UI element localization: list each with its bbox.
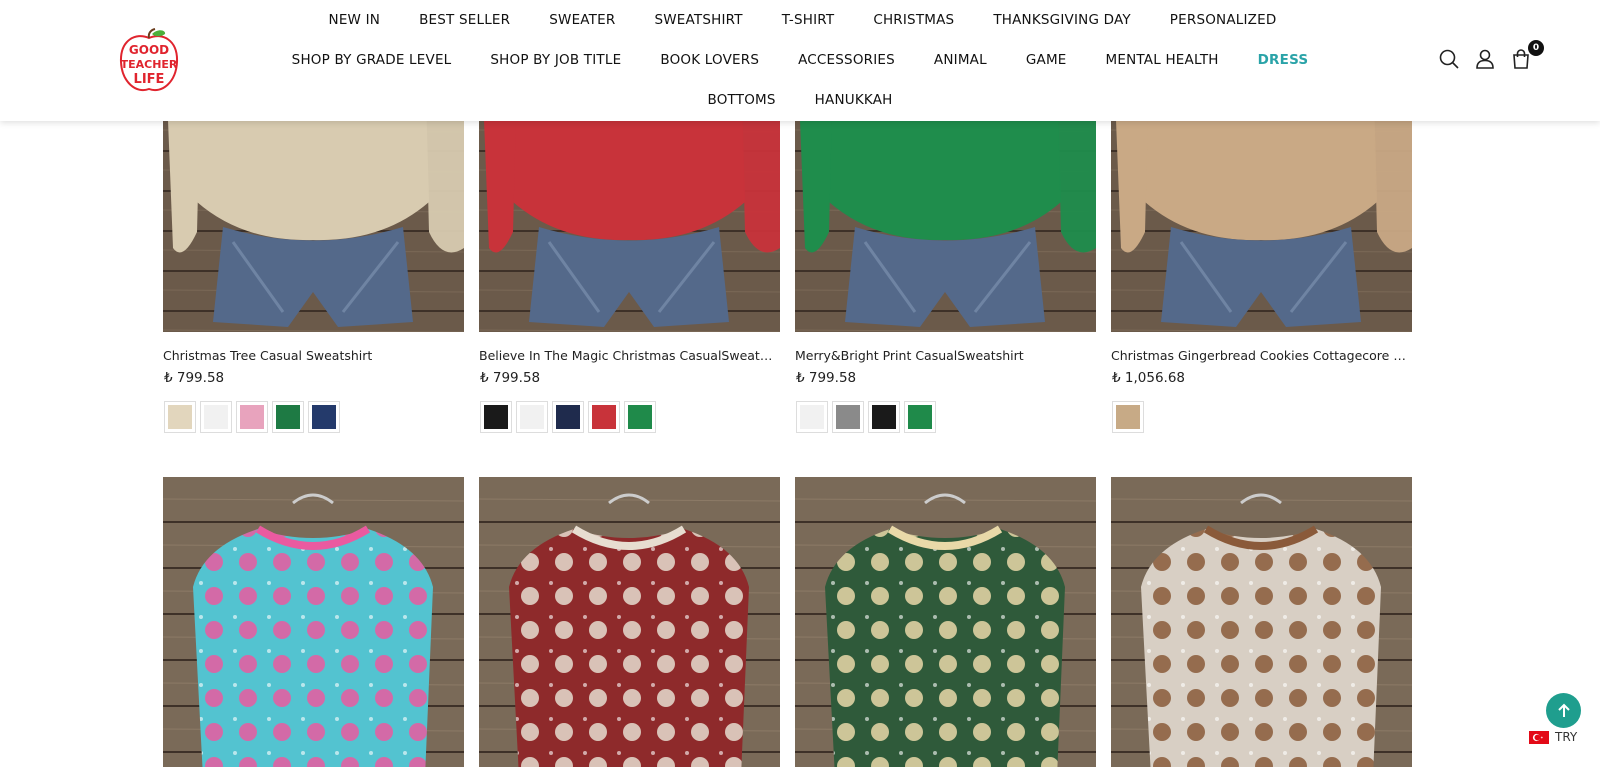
color-swatch[interactable]	[796, 401, 828, 433]
product-image	[479, 477, 780, 767]
color-swatch[interactable]	[1112, 401, 1144, 433]
search-icon[interactable]	[1438, 48, 1460, 70]
nav-item-sweater[interactable]: SWEATER	[549, 10, 615, 30]
nav-item-christmas[interactable]: CHRISTMAS	[873, 10, 954, 30]
color-swatch[interactable]	[200, 401, 232, 433]
color-swatch[interactable]	[308, 401, 340, 433]
product-price: ₺ 799.58	[480, 370, 541, 386]
color-swatch[interactable]	[832, 401, 864, 433]
main-nav-row-2: SHOP BY GRADE LEVEL SHOP BY JOB TITLE BOOK…	[0, 50, 1600, 70]
site-header: GOOD TEACHER LIFE NEW IN BEST SELLER SWEAT…	[0, 0, 1600, 121]
color-swatch[interactable]	[272, 401, 304, 433]
product-title[interactable]: Christmas Gingerbread Cookies Cottagecor…	[1111, 348, 1407, 363]
nav-item-mental-health[interactable]: MENTAL HEALTH	[1106, 50, 1219, 70]
nav-item-shop-by-grade-level[interactable]: SHOP BY GRADE LEVEL	[292, 50, 452, 70]
color-swatches	[480, 401, 656, 433]
nav-item-dress[interactable]: DRESS	[1258, 50, 1309, 70]
cart-count-badge: 0	[1528, 40, 1544, 56]
main-nav-row-3: BOTTOMS HANUKKAH	[0, 90, 1600, 110]
product-image	[163, 477, 464, 767]
santa-patchwork-sweater-image[interactable]	[479, 477, 780, 767]
nav-item-book-lovers[interactable]: BOOK LOVERS	[660, 50, 759, 70]
product-title[interactable]: Merry&Bright Print CasualSweatshirt	[795, 348, 1091, 363]
color-swatch[interactable]	[236, 401, 268, 433]
product-price: ₺ 799.58	[796, 370, 857, 386]
nav-item-personalized[interactable]: PERSONALIZED	[1170, 10, 1277, 30]
product-price: ₺ 799.58	[164, 370, 225, 386]
color-swatch[interactable]	[588, 401, 620, 433]
arrow-up-icon	[1557, 703, 1570, 717]
christmas-tree-sweater-image[interactable]	[795, 477, 1096, 767]
nav-item-thanksgiving-day[interactable]: THANKSGIVING DAY	[993, 10, 1130, 30]
main-nav-row-1: NEW IN BEST SELLER SWEATER SWEATSHIRT T-SHIR…	[0, 10, 1600, 30]
cart-icon[interactable]: 0	[1510, 40, 1544, 70]
color-swatch[interactable]	[164, 401, 196, 433]
svg-text:LIFE: LIFE	[134, 72, 165, 87]
color-swatch[interactable]	[624, 401, 656, 433]
color-swatch[interactable]	[552, 401, 584, 433]
product-price: ₺ 1,056.68	[1112, 370, 1185, 386]
scroll-to-top-button[interactable]	[1546, 693, 1581, 728]
nav-item-animal[interactable]: ANIMAL	[934, 50, 987, 70]
color-swatches	[796, 401, 936, 433]
color-swatches	[164, 401, 340, 433]
color-swatch[interactable]	[480, 401, 512, 433]
nav-item-sweatshirt[interactable]: SWEATSHIRT	[654, 10, 742, 30]
nav-item-new-in[interactable]: NEW IN	[329, 10, 381, 30]
turkey-flag-icon	[1529, 730, 1549, 744]
product-image	[1111, 477, 1412, 767]
color-swatch[interactable]	[904, 401, 936, 433]
currency-selector[interactable]: TRY	[1529, 730, 1577, 744]
nav-item-accessories[interactable]: ACCESSORIES	[798, 50, 895, 70]
nav-item-best-seller[interactable]: BEST SELLER	[419, 10, 510, 30]
header-icons: 0	[1438, 40, 1544, 70]
account-icon[interactable]	[1474, 48, 1496, 70]
currency-label: TRY	[1555, 730, 1578, 744]
nav-item-bottoms[interactable]: BOTTOMS	[708, 90, 776, 110]
color-swatch[interactable]	[516, 401, 548, 433]
nav-item-t-shirt[interactable]: T-SHIRT	[782, 10, 835, 30]
product-image	[795, 477, 1096, 767]
color-swatches	[1112, 401, 1144, 433]
pink-santa-sweater-image[interactable]	[163, 477, 464, 767]
product-title[interactable]: Christmas Tree Casual Sweatshirt	[163, 348, 459, 363]
color-swatch[interactable]	[868, 401, 900, 433]
nav-item-hanukkah[interactable]: HANUKKAH	[815, 90, 893, 110]
product-title[interactable]: Believe In The Magic Christmas CasualSwe…	[479, 348, 775, 363]
nav-item-shop-by-job-title[interactable]: SHOP BY JOB TITLE	[490, 50, 621, 70]
nav-item-game[interactable]: GAME	[1026, 50, 1067, 70]
highland-cow-sweater-image[interactable]	[1111, 477, 1412, 767]
